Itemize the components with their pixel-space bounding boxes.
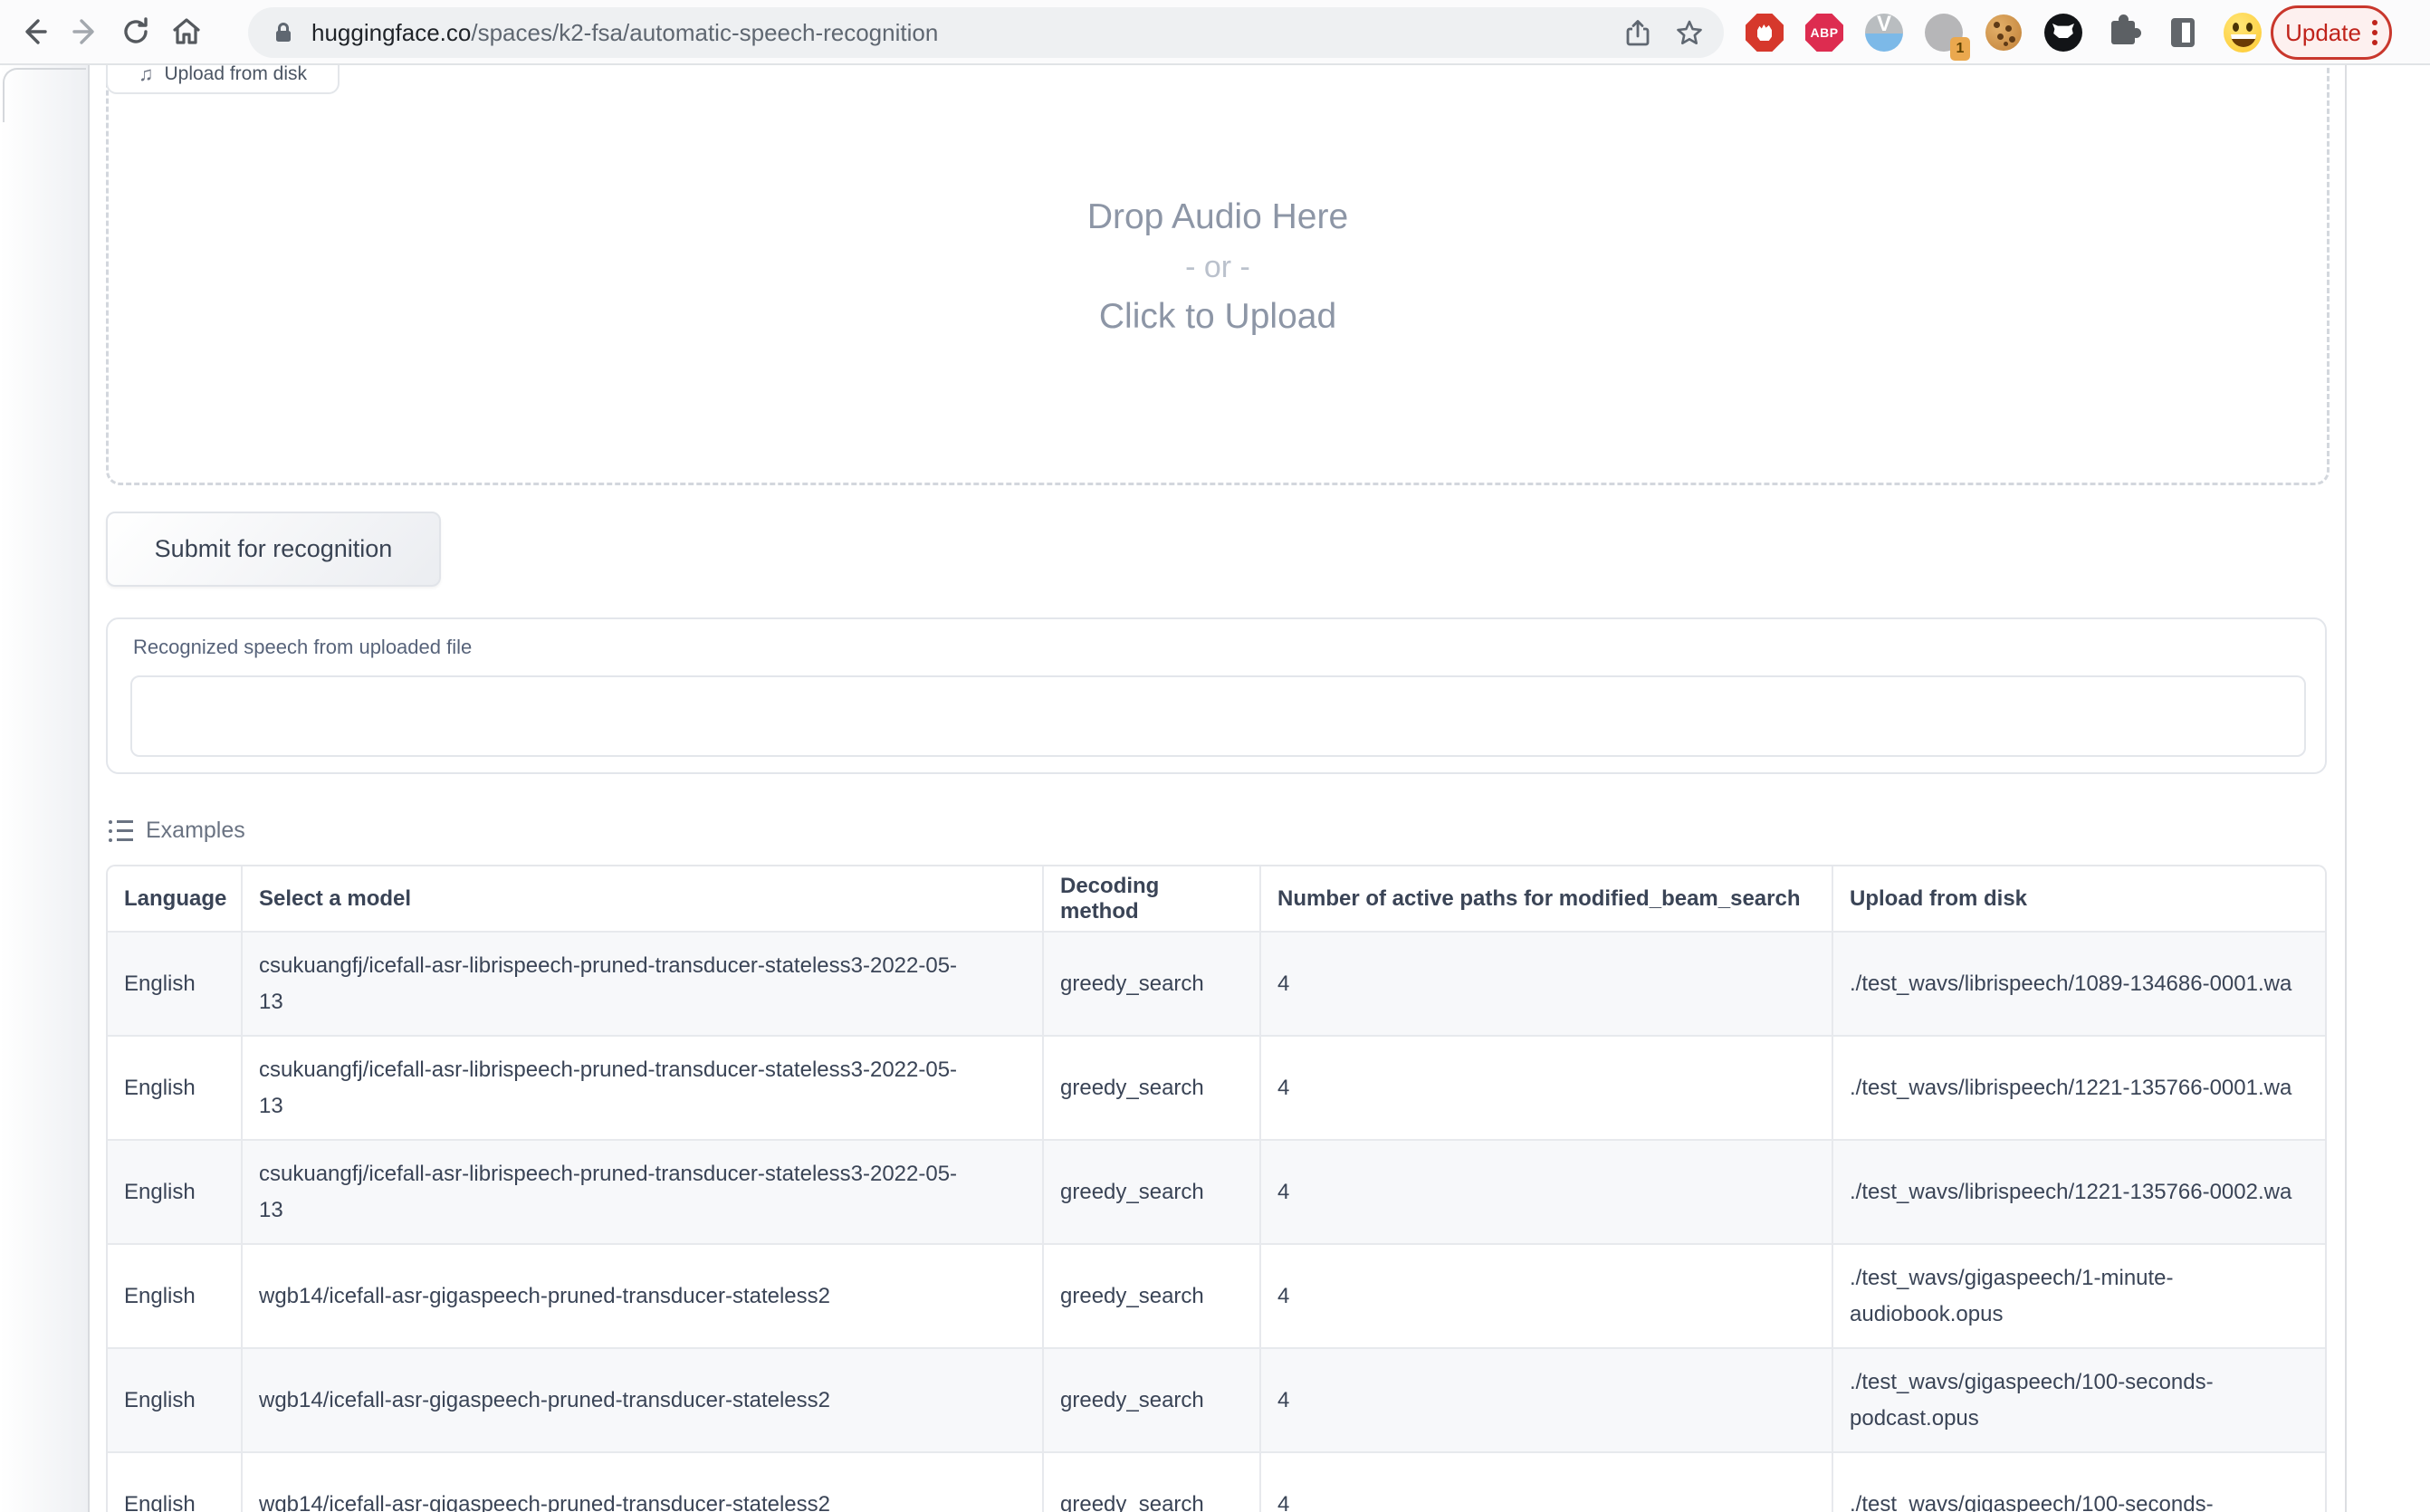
example-cell[interactable]: greedy_search [1043,1348,1260,1452]
example-row[interactable]: Englishcsukuangfj/icefall-asr-librispeec… [108,1036,2327,1140]
forward-button[interactable] [60,6,110,57]
column-header: Language [108,866,242,932]
example-cell[interactable]: wgb14/icefall-asr-gigaspeech-pruned-tran… [242,1452,1043,1512]
github-icon[interactable] [2044,14,2082,52]
profile-avatar-smiley[interactable] [2224,14,2262,52]
left-gutter [0,65,90,1512]
example-cell[interactable]: greedy_search [1043,1244,1260,1348]
home-button[interactable] [161,6,212,57]
example-cell[interactable]: wgb14/icefall-asr-gigaspeech-pruned-tran… [242,1244,1043,1348]
example-cell[interactable]: ./test_wavs/gigaspeech/1-minute- audiobo… [1832,1244,2327,1348]
adblock-plus-icon[interactable]: ABP [1805,14,1843,52]
example-cell[interactable]: 4 [1260,1452,1832,1512]
recognized-speech-textbox[interactable] [130,675,2306,757]
recognized-speech-panel: Recognized speech from uploaded file [106,617,2327,774]
example-cell[interactable]: csukuangfj/icefall-asr-librispeech-prune… [242,1140,1043,1244]
example-cell[interactable]: 4 [1260,1244,1832,1348]
content-rounded-corner [3,68,86,122]
examples-header: Examples [109,818,245,844]
click-to-upload-text[interactable]: Click to Upload [106,292,2330,342]
update-button[interactable]: Update [2271,5,2392,60]
drop-audio-here-text: Drop Audio Here [106,192,2330,243]
right-gutter [2345,65,2430,1512]
example-cell[interactable]: English [108,1348,242,1452]
notification-extension-icon[interactable]: 1 [1925,14,1963,52]
example-cell[interactable]: ./test_wavs/librispeech/1089-134686-0001… [1832,932,2327,1036]
example-cell[interactable]: 4 [1260,1348,1832,1452]
column-header: Upload from disk [1832,866,2327,932]
submit-for-recognition-button[interactable]: Submit for recognition [106,512,441,587]
upload-tab-label: Upload from disk [164,63,307,85]
examples-table-body: Englishcsukuangfj/icefall-asr-librispeec… [108,932,2327,1512]
list-icon [109,820,133,842]
url-bar[interactable]: huggingface.co/spaces/k2-fsa/automatic-s… [248,7,1724,58]
example-cell[interactable]: English [108,1140,242,1244]
example-cell[interactable]: 4 [1260,1140,1832,1244]
example-cell[interactable]: 4 [1260,1036,1832,1140]
url-host: huggingface.co [311,19,471,46]
share-icon[interactable] [1624,18,1651,47]
lock-icon [272,21,295,44]
example-cell[interactable]: 4 [1260,932,1832,1036]
dropzone-text: Drop Audio Here - or - Click to Upload [106,192,2330,342]
example-row[interactable]: Englishcsukuangfj/icefall-asr-librispeec… [108,1140,2327,1244]
examples-header-row: LanguageSelect a modelDecoding methodNum… [108,866,2327,932]
recognized-speech-label: Recognized speech from uploaded file [133,636,472,659]
panel-toggle-icon[interactable] [2164,14,2202,52]
column-header: Decoding method [1043,866,1260,932]
example-cell[interactable]: greedy_search [1043,1036,1260,1140]
column-header: Select a model [242,866,1043,932]
browser-window: huggingface.co/spaces/k2-fsa/automatic-s… [0,0,2430,1512]
puzzle-extensions-icon[interactable] [2104,14,2142,52]
examples-table: LanguageSelect a modelDecoding methodNum… [108,866,2327,1512]
example-row[interactable]: Englishwgb14/icefall-asr-gigaspeech-prun… [108,1244,2327,1348]
example-cell[interactable]: wgb14/icefall-asr-gigaspeech-pruned-tran… [242,1348,1043,1452]
example-cell[interactable]: English [108,932,242,1036]
example-cell[interactable]: csukuangfj/icefall-asr-librispeech-prune… [242,932,1043,1036]
example-cell[interactable]: csukuangfj/icefall-asr-librispeech-prune… [242,1036,1043,1140]
extensions-row: ABP V 1 [1746,13,2262,53]
reload-button[interactable] [110,6,161,57]
browser-toolbar: huggingface.co/spaces/k2-fsa/automatic-s… [0,0,2430,65]
ublock-icon[interactable] [1746,14,1784,52]
back-button[interactable] [9,6,60,57]
examples-label: Examples [146,818,245,844]
example-cell[interactable]: greedy_search [1043,1452,1260,1512]
url-text: huggingface.co/spaces/k2-fsa/automatic-s… [311,19,1601,47]
bookmark-star-icon[interactable] [1675,18,1704,47]
v-extension-icon[interactable]: V [1865,14,1903,52]
cookie-extension-icon[interactable] [1985,14,2023,52]
example-cell[interactable]: ./test_wavs/gigaspeech/100-seconds- podc… [1832,1348,2327,1452]
music-note-icon: ♫ [139,63,154,85]
example-cell[interactable]: English [108,1244,242,1348]
example-cell[interactable]: English [108,1452,242,1512]
example-row[interactable]: Englishwgb14/icefall-asr-gigaspeech-prun… [108,1452,2327,1512]
or-text: - or - [106,243,2330,292]
example-cell[interactable]: ./test_wavs/gigaspeech/100-seconds- [1832,1452,2327,1512]
update-label: Update [2285,19,2361,47]
example-cell[interactable]: ./test_wavs/librispeech/1221-135766-0001… [1832,1036,2327,1140]
browser-menu-icon[interactable] [2372,20,2377,45]
column-header: Number of active paths for modified_beam… [1260,866,1832,932]
example-cell[interactable]: greedy_search [1043,1140,1260,1244]
example-cell[interactable]: greedy_search [1043,932,1260,1036]
example-row[interactable]: Englishcsukuangfj/icefall-asr-librispeec… [108,932,2327,1036]
example-cell[interactable]: English [108,1036,242,1140]
example-cell[interactable]: ./test_wavs/librispeech/1221-135766-0002… [1832,1140,2327,1244]
examples-table-container: LanguageSelect a modelDecoding methodNum… [106,865,2327,1512]
url-path: /spaces/k2-fsa/automatic-speech-recognit… [471,19,938,46]
example-row[interactable]: Englishwgb14/icefall-asr-gigaspeech-prun… [108,1348,2327,1452]
notification-badge: 1 [1950,37,1970,61]
